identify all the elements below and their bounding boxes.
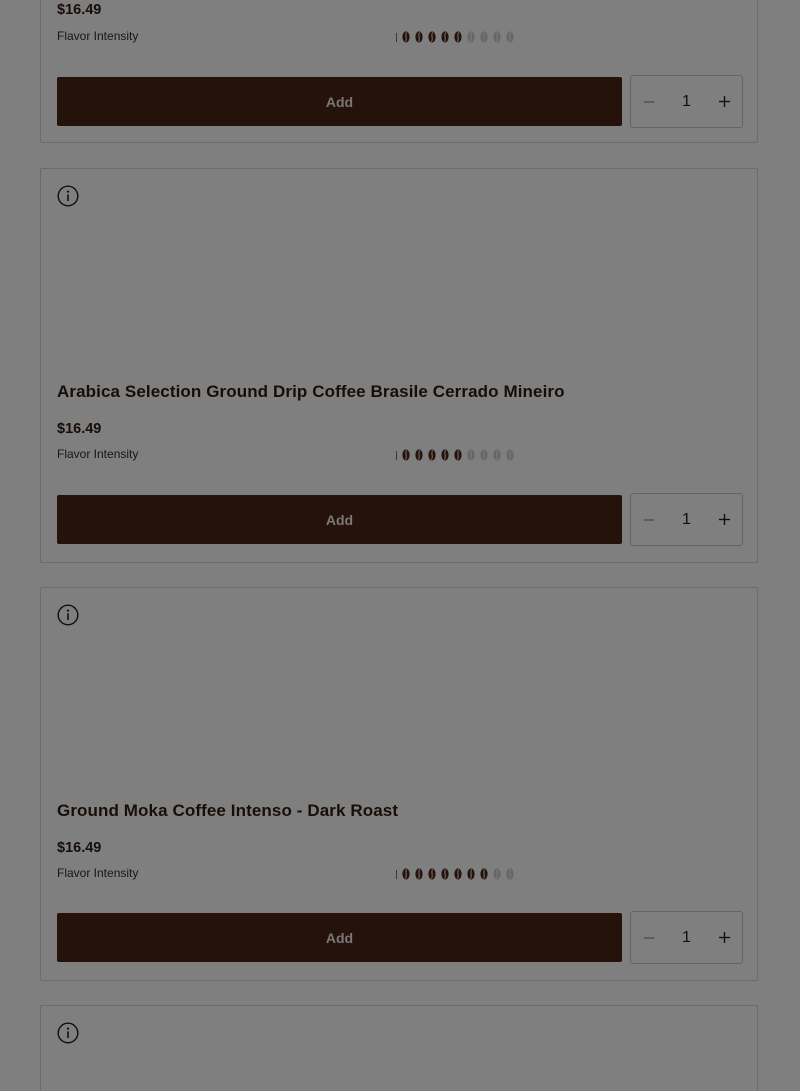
coffee-bean-icon-filled — [428, 449, 436, 461]
intensity-scale-start — [396, 450, 397, 460]
intensity-scale-start — [396, 869, 397, 879]
quantity-stepper: 1 — [630, 75, 743, 128]
coffee-bean-icon-empty — [506, 31, 514, 43]
minus-icon — [644, 518, 654, 521]
intensity-scale-start — [396, 32, 397, 42]
coffee-bean-icon-filled — [415, 449, 423, 461]
quantity-value: 1 — [682, 510, 691, 528]
coffee-bean-icon-filled — [441, 868, 449, 880]
flavor-intensity-label: Flavor Intensity — [57, 866, 139, 880]
minus-icon — [644, 936, 654, 939]
coffee-bean-icon-filled — [441, 31, 449, 43]
minus-icon — [644, 100, 654, 103]
increase-quantity-button[interactable] — [706, 494, 742, 545]
flavor-intensity-meter — [396, 448, 519, 462]
quantity-value: 1 — [682, 928, 691, 946]
product-image[interactable] — [57, 1054, 743, 1092]
coffee-bean-icon-filled — [428, 868, 436, 880]
increase-quantity-button[interactable] — [706, 912, 742, 963]
product-name[interactable]: Arabica Selection Ground Drip Coffee Bra… — [57, 382, 565, 402]
coffee-bean-icon-empty — [506, 449, 514, 461]
coffee-bean-icon-filled — [402, 31, 410, 43]
coffee-bean-icon-filled — [467, 868, 475, 880]
coffee-bean-icon-empty — [493, 449, 501, 461]
coffee-bean-icon-filled — [454, 868, 462, 880]
flavor-intensity-label: Flavor Intensity — [57, 447, 139, 461]
coffee-bean-icon-empty — [467, 31, 475, 43]
coffee-bean-icon-filled — [402, 449, 410, 461]
flavor-intensity-meter — [396, 30, 519, 44]
decrease-quantity-button[interactable] — [631, 76, 667, 127]
coffee-bean-icon-empty — [480, 31, 488, 43]
coffee-bean-icon-filled — [428, 31, 436, 43]
product-list: $16.49 Flavor Intensity Add 1 Arabica Se… — [0, 0, 800, 1091]
quantity-value: 1 — [682, 92, 691, 110]
plus-icon — [718, 96, 730, 107]
coffee-bean-icon-filled — [415, 31, 423, 43]
coffee-bean-icon-filled — [402, 868, 410, 880]
info-icon[interactable] — [57, 604, 79, 626]
product-card: $16.49 Flavor Intensity Add 1 — [40, 0, 758, 143]
increase-quantity-button[interactable] — [706, 76, 742, 127]
coffee-bean-icon-filled — [480, 868, 488, 880]
product-name[interactable]: Ground Moka Coffee Intenso - Dark Roast — [57, 801, 398, 821]
coffee-bean-icon-empty — [493, 31, 501, 43]
product-card — [40, 1005, 758, 1091]
coffee-bean-icon-filled — [454, 31, 462, 43]
product-price: $16.49 — [57, 421, 102, 437]
quantity-stepper: 1 — [630, 911, 743, 964]
product-image[interactable] — [57, 636, 743, 786]
coffee-bean-icon-filled — [415, 868, 423, 880]
add-to-cart-button[interactable]: Add — [57, 77, 622, 126]
product-card: Arabica Selection Ground Drip Coffee Bra… — [40, 168, 758, 563]
plus-icon — [718, 514, 730, 525]
coffee-bean-icon-empty — [506, 868, 514, 880]
coffee-bean-icon-empty — [480, 449, 488, 461]
decrease-quantity-button[interactable] — [631, 912, 667, 963]
product-price: $16.49 — [57, 840, 102, 856]
add-to-cart-button[interactable]: Add — [57, 913, 622, 962]
plus-icon — [718, 932, 730, 943]
info-icon[interactable] — [57, 185, 79, 207]
decrease-quantity-button[interactable] — [631, 494, 667, 545]
product-price: $16.49 — [57, 2, 102, 18]
product-card: Ground Moka Coffee Intenso - Dark Roast … — [40, 587, 758, 981]
info-icon[interactable] — [57, 1022, 79, 1044]
coffee-bean-icon-empty — [493, 868, 501, 880]
coffee-bean-icon-filled — [441, 449, 449, 461]
product-image[interactable] — [57, 217, 743, 367]
coffee-bean-icon-empty — [467, 449, 475, 461]
flavor-intensity-label: Flavor Intensity — [57, 29, 139, 43]
flavor-intensity-meter — [396, 867, 519, 881]
coffee-bean-icon-filled — [454, 449, 462, 461]
add-to-cart-button[interactable]: Add — [57, 495, 622, 544]
quantity-stepper: 1 — [630, 493, 743, 546]
